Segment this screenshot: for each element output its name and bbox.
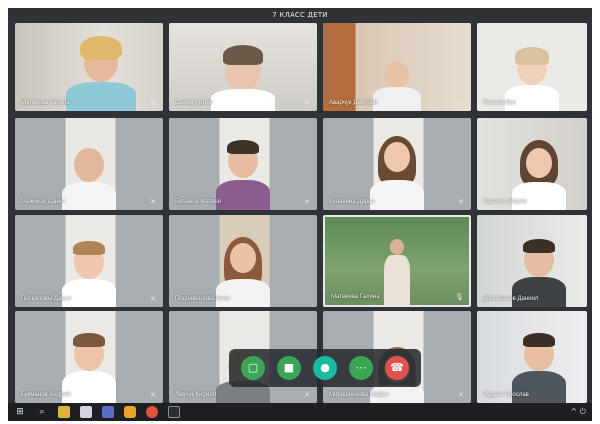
participant-tile[interactable]: Рыжиков Данил ✕ [15, 118, 163, 210]
participant-name: Матвеева Галина [21, 100, 70, 106]
media-player-icon[interactable] [168, 406, 180, 418]
screen: 7 КЛАСС ДЕТИ Матвеева Галина ✕ Сычёв Арт… [0, 0, 600, 424]
participant-name: Сычёв Артём [175, 100, 213, 106]
mic-off-icon: ✕ [150, 391, 156, 399]
participant-name: Мирошникова Софья [329, 392, 389, 398]
file-explorer-icon[interactable] [58, 406, 70, 418]
search-icon[interactable]: ⌕ [36, 406, 48, 418]
participant-name: Букманов Андрей [21, 392, 71, 398]
participant-grid: Матвеева Галина ✕ Сычёв Артём ✕ Аварчук … [8, 22, 592, 403]
taskbar: ⊞ ⌕ ^ ⏻ [8, 403, 592, 421]
participant-tile[interactable]: Аварчук Дмитрий ✕ [323, 23, 471, 111]
mic-off-icon: ✕ [458, 99, 464, 107]
mic-off-icon: ✕ [458, 198, 464, 206]
participant-name: Подшивалова Анна [175, 296, 230, 302]
mic-off-icon: ✕ [304, 391, 310, 399]
camera-icon[interactable]: ■ [277, 356, 301, 380]
window-titlebar: 7 КЛАСС ДЕТИ [8, 8, 592, 22]
windows-start-icon[interactable]: ⊞ [14, 406, 26, 418]
participant-name: Левчук Кирилл [175, 392, 217, 398]
participant-tile[interactable]: Полина Вас [477, 23, 587, 111]
participant-name: Аварчук Дмитрий [329, 100, 378, 106]
app-orange-icon[interactable] [124, 406, 136, 418]
participant-name: Паренко Мария [483, 199, 527, 205]
participant-name: Рудаев Ярослав [483, 392, 529, 398]
microphone-icon[interactable]: ● [313, 356, 337, 380]
window-title: 7 КЛАСС ДЕТИ [272, 11, 328, 19]
participant-name: Рыжиков Данил [21, 199, 66, 205]
participant-tile[interactable]: Паренко Мария [477, 118, 587, 210]
participant-tile[interactable]: Матвеева Галина ✕ [15, 23, 163, 111]
participant-tile[interactable]: Сычёв Артём ✕ [169, 23, 317, 111]
participant-name: Долговалов Даниил [483, 296, 539, 302]
system-tray[interactable]: ^ ⏻ [570, 406, 586, 418]
participant-tile[interactable]: Рудаев Ярослав [477, 311, 587, 403]
participant-name: Булавина Дарья [329, 199, 375, 205]
participant-tile[interactable]: Беланов Матвей ✕ [169, 118, 317, 210]
mic-off-icon: ✕ [150, 295, 156, 303]
mic-off-icon: ✕ [150, 99, 156, 107]
more-icon[interactable]: ⋯ [349, 356, 373, 380]
participant-tile[interactable]: Пискаловы Дарья ✕ [15, 215, 163, 307]
mic-off-icon: ✕ [304, 198, 310, 206]
participant-tile[interactable]: Долговалов Даниил [477, 215, 587, 307]
screen-share-icon[interactable]: ▢ [241, 356, 265, 380]
mic-off-icon: ✕ [304, 99, 310, 107]
phone-hangup-icon[interactable]: ☎ [385, 356, 409, 380]
teams-icon[interactable] [102, 406, 114, 418]
chrome-icon[interactable] [146, 406, 158, 418]
participant-tile-active[interactable]: Матвеева Галина 🎙 [323, 215, 471, 307]
mic-icon: 🎙 [455, 293, 464, 301]
mic-off-icon: ✕ [458, 391, 464, 399]
participant-name: Беланов Матвей [175, 199, 222, 205]
participant-tile[interactable]: Букманов Андрей ✕ [15, 311, 163, 403]
participant-name: Пискаловы Дарья [21, 296, 71, 302]
participant-name: Полина Вас [483, 100, 517, 106]
participant-tile[interactable]: Подшивалова Анна [169, 215, 317, 307]
document-icon[interactable] [80, 406, 92, 418]
mic-off-icon: ✕ [150, 198, 156, 206]
call-controls: ▢ ■ ● ⋯ ☎ [229, 349, 421, 387]
participant-name: Матвеева Галина [331, 294, 380, 300]
participant-tile[interactable]: Булавина Дарья ✕ [323, 118, 471, 210]
